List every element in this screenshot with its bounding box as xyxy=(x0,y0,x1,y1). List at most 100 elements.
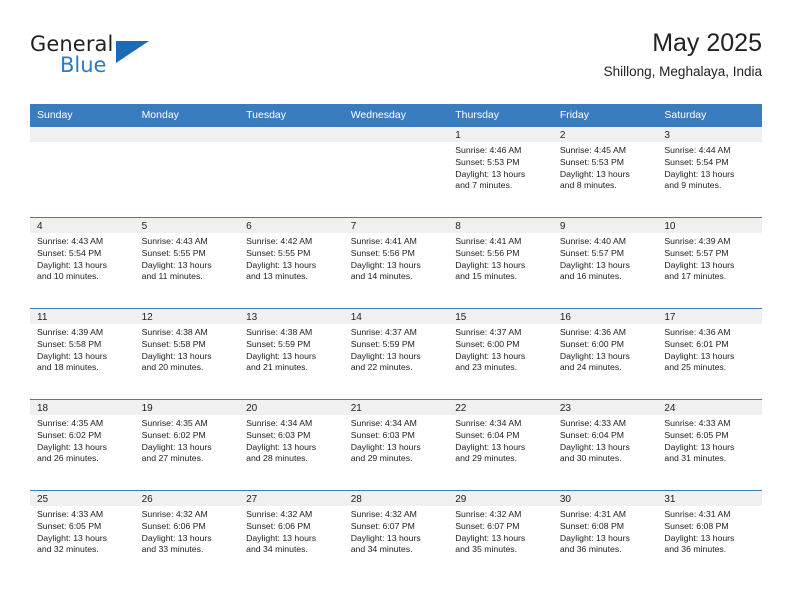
daylight-text-line1: Daylight: 13 hours xyxy=(664,350,735,361)
day-cell[interactable]: 28 Sunrise: 4:32 AM Sunset: 6:07 PM Dayligh… xyxy=(343,491,449,581)
day-number: 11 xyxy=(30,309,135,324)
day-cell[interactable]: 2 Sunrise: 4:45 AM Sunset: 5:53 PM Daylight… xyxy=(552,127,658,217)
daylight-text-line1: Daylight: 13 hours xyxy=(246,532,317,543)
day-sun-info: Sunrise: 4:37 AM Sunset: 6:00 PM Daylight:… xyxy=(448,324,553,374)
daylight-text-line1: Daylight: 13 hours xyxy=(559,259,630,270)
daylight-text-line2: and 28 minutes. xyxy=(246,453,308,464)
day-cell[interactable]: 10 Sunrise: 4:39 AM Sunset: 5:57 PM Dayligh… xyxy=(657,218,762,308)
sunrise-text: Sunrise: 4:32 AM xyxy=(141,509,208,519)
sunrise-text: Sunrise: 4:39 AM xyxy=(664,236,731,246)
daylight-text-line2: and 29 minutes. xyxy=(455,453,518,464)
day-cell[interactable]: 4 Sunrise: 4:43 AM Sunset: 5:54 PM Daylight… xyxy=(30,218,135,308)
sunrise-text: Sunrise: 4:41 AM xyxy=(455,236,522,246)
day-cell[interactable]: 29 Sunrise: 4:32 AM Sunset: 6:07 PM Dayligh… xyxy=(448,491,553,581)
daylight-text-line2: and 29 minutes. xyxy=(350,453,413,464)
daylight-text-line1: Daylight: 13 hours xyxy=(559,168,630,179)
calendar-week-row: 4 Sunrise: 4:43 AM Sunset: 5:54 PM Daylight… xyxy=(30,217,762,308)
day-cell[interactable]: 8 Sunrise: 4:41 AM Sunset: 5:56 PM Daylight… xyxy=(448,218,553,308)
weekday-header-thursday: Thursday xyxy=(455,109,500,121)
day-cell[interactable]: 12 Sunrise: 4:38 AM Sunset: 5:58 PM Dayligh… xyxy=(134,309,240,399)
calendar-week-row: 18 Sunrise: 4:35 AM Sunset: 6:02 PM Dayligh… xyxy=(30,399,762,490)
day-cell[interactable]: 13 Sunrise: 4:38 AM Sunset: 5:59 PM Dayligh… xyxy=(239,309,344,399)
day-number: 16 xyxy=(552,309,658,324)
daylight-text-line1: Daylight: 13 hours xyxy=(455,350,526,361)
calendar-weeks: 1 Sunrise: 4:46 AM Sunset: 5:53 PM Daylight… xyxy=(30,127,762,581)
day-number: 23 xyxy=(552,400,658,415)
day-number xyxy=(30,127,135,142)
day-cell[interactable]: 11 Sunrise: 4:39 AM Sunset: 5:58 PM Dayligh… xyxy=(30,309,135,399)
day-number: 1 xyxy=(448,127,553,142)
day-cell[interactable]: 26 Sunrise: 4:32 AM Sunset: 6:06 PM Dayligh… xyxy=(134,491,240,581)
day-cell[interactable]: 9 Sunrise: 4:40 AM Sunset: 5:57 PM Daylight… xyxy=(552,218,658,308)
sunset-text: Sunset: 6:02 PM xyxy=(37,429,102,440)
daylight-text-line1: Daylight: 13 hours xyxy=(455,532,526,543)
location-subtitle: Shillong, Meghalaya, India xyxy=(603,64,762,79)
sunrise-text: Sunrise: 4:36 AM xyxy=(559,327,626,337)
sunset-text: Sunset: 5:57 PM xyxy=(664,247,729,258)
daylight-text-line2: and 34 minutes. xyxy=(350,544,413,555)
sunrise-text: Sunrise: 4:31 AM xyxy=(559,509,626,519)
daylight-text-line2: and 17 minutes. xyxy=(664,271,727,282)
weekday-header-wednesday: Wednesday xyxy=(350,109,406,121)
day-number: 4 xyxy=(30,218,135,233)
sunrise-text: Sunrise: 4:31 AM xyxy=(664,509,731,519)
day-cell[interactable]: 24 Sunrise: 4:33 AM Sunset: 6:05 PM Dayligh… xyxy=(657,400,762,490)
day-sun-info: Sunrise: 4:33 AM Sunset: 6:04 PM Daylight:… xyxy=(553,415,658,465)
daylight-text-line2: and 18 minutes. xyxy=(37,362,99,373)
day-cell[interactable]: 3 Sunrise: 4:44 AM Sunset: 5:54 PM Daylight… xyxy=(657,127,762,217)
day-cell-empty xyxy=(134,127,240,217)
sunrise-text: Sunrise: 4:39 AM xyxy=(37,327,104,337)
day-cell[interactable]: 1 Sunrise: 4:46 AM Sunset: 5:53 PM Daylight… xyxy=(448,127,553,217)
sunrise-text: Sunrise: 4:36 AM xyxy=(664,327,731,337)
day-cell[interactable]: 16 Sunrise: 4:36 AM Sunset: 6:00 PM Dayligh… xyxy=(552,309,658,399)
day-number: 26 xyxy=(134,491,240,506)
day-sun-info: Sunrise: 4:44 AM Sunset: 5:54 PM Daylight:… xyxy=(657,142,762,192)
daylight-text-line1: Daylight: 13 hours xyxy=(141,532,212,543)
day-sun-info: Sunrise: 4:36 AM Sunset: 6:01 PM Daylight:… xyxy=(657,324,762,374)
day-cell[interactable]: 20 Sunrise: 4:34 AM Sunset: 6:03 PM Dayligh… xyxy=(239,400,344,490)
day-cell[interactable]: 6 Sunrise: 4:42 AM Sunset: 5:55 PM Daylight… xyxy=(239,218,344,308)
day-number: 19 xyxy=(134,400,240,415)
day-number: 21 xyxy=(343,400,449,415)
day-cell[interactable]: 17 Sunrise: 4:36 AM Sunset: 6:01 PM Dayligh… xyxy=(657,309,762,399)
general-blue-logo[interactable]: General Blue xyxy=(30,32,260,88)
day-number: 17 xyxy=(657,309,762,324)
day-cell[interactable]: 27 Sunrise: 4:32 AM Sunset: 6:06 PM Dayligh… xyxy=(239,491,344,581)
day-cell[interactable]: 19 Sunrise: 4:35 AM Sunset: 6:02 PM Dayligh… xyxy=(134,400,240,490)
day-cell[interactable]: 23 Sunrise: 4:33 AM Sunset: 6:04 PM Dayligh… xyxy=(552,400,658,490)
day-cell[interactable]: 22 Sunrise: 4:34 AM Sunset: 6:04 PM Dayligh… xyxy=(448,400,553,490)
sunset-text: Sunset: 6:07 PM xyxy=(350,520,415,531)
daylight-text-line1: Daylight: 13 hours xyxy=(246,441,317,452)
day-cell[interactable]: 31 Sunrise: 4:31 AM Sunset: 6:08 PM Dayligh… xyxy=(657,491,762,581)
sunrise-text: Sunrise: 4:33 AM xyxy=(37,509,104,519)
daylight-text-line2: and 8 minutes. xyxy=(559,180,617,191)
day-sun-info: Sunrise: 4:31 AM Sunset: 6:08 PM Daylight:… xyxy=(553,506,658,556)
sunset-text: Sunset: 5:58 PM xyxy=(141,338,206,349)
day-cell[interactable]: 7 Sunrise: 4:41 AM Sunset: 5:56 PM Daylight… xyxy=(343,218,449,308)
day-sun-info: Sunrise: 4:32 AM Sunset: 6:06 PM Daylight:… xyxy=(135,506,240,556)
day-sun-info: Sunrise: 4:38 AM Sunset: 5:58 PM Daylight:… xyxy=(135,324,240,374)
day-number: 7 xyxy=(343,218,449,233)
day-cell[interactable]: 15 Sunrise: 4:37 AM Sunset: 6:00 PM Dayligh… xyxy=(448,309,553,399)
weekday-header-saturday: Saturday xyxy=(664,109,707,121)
day-cell[interactable]: 5 Sunrise: 4:43 AM Sunset: 5:55 PM Daylight… xyxy=(134,218,240,308)
day-cell[interactable]: 18 Sunrise: 4:35 AM Sunset: 6:02 PM Dayligh… xyxy=(30,400,135,490)
calendar-week-row: 25 Sunrise: 4:33 AM Sunset: 6:05 PM Dayligh… xyxy=(30,490,762,581)
day-number: 6 xyxy=(239,218,344,233)
day-cell[interactable]: 21 Sunrise: 4:34 AM Sunset: 6:03 PM Dayligh… xyxy=(343,400,449,490)
day-number: 29 xyxy=(448,491,553,506)
day-cell-empty xyxy=(343,127,449,217)
day-cell[interactable]: 25 Sunrise: 4:33 AM Sunset: 6:05 PM Dayligh… xyxy=(30,491,135,581)
daylight-text-line1: Daylight: 13 hours xyxy=(37,350,108,361)
day-number: 27 xyxy=(239,491,344,506)
daylight-text-line2: and 32 minutes. xyxy=(37,544,99,555)
sunrise-text: Sunrise: 4:32 AM xyxy=(246,509,313,519)
day-number: 24 xyxy=(657,400,762,415)
title-block: May 2025 Shillong, Meghalaya, India xyxy=(604,28,762,80)
daylight-text-line1: Daylight: 13 hours xyxy=(246,350,317,361)
day-cell[interactable]: 14 Sunrise: 4:37 AM Sunset: 5:59 PM Dayligh… xyxy=(343,309,449,399)
daylight-text-line1: Daylight: 13 hours xyxy=(455,168,526,179)
day-sun-info: Sunrise: 4:43 AM Sunset: 5:54 PM Daylight:… xyxy=(30,233,135,283)
sunrise-text: Sunrise: 4:34 AM xyxy=(350,418,417,428)
day-cell[interactable]: 30 Sunrise: 4:31 AM Sunset: 6:08 PM Dayligh… xyxy=(552,491,658,581)
